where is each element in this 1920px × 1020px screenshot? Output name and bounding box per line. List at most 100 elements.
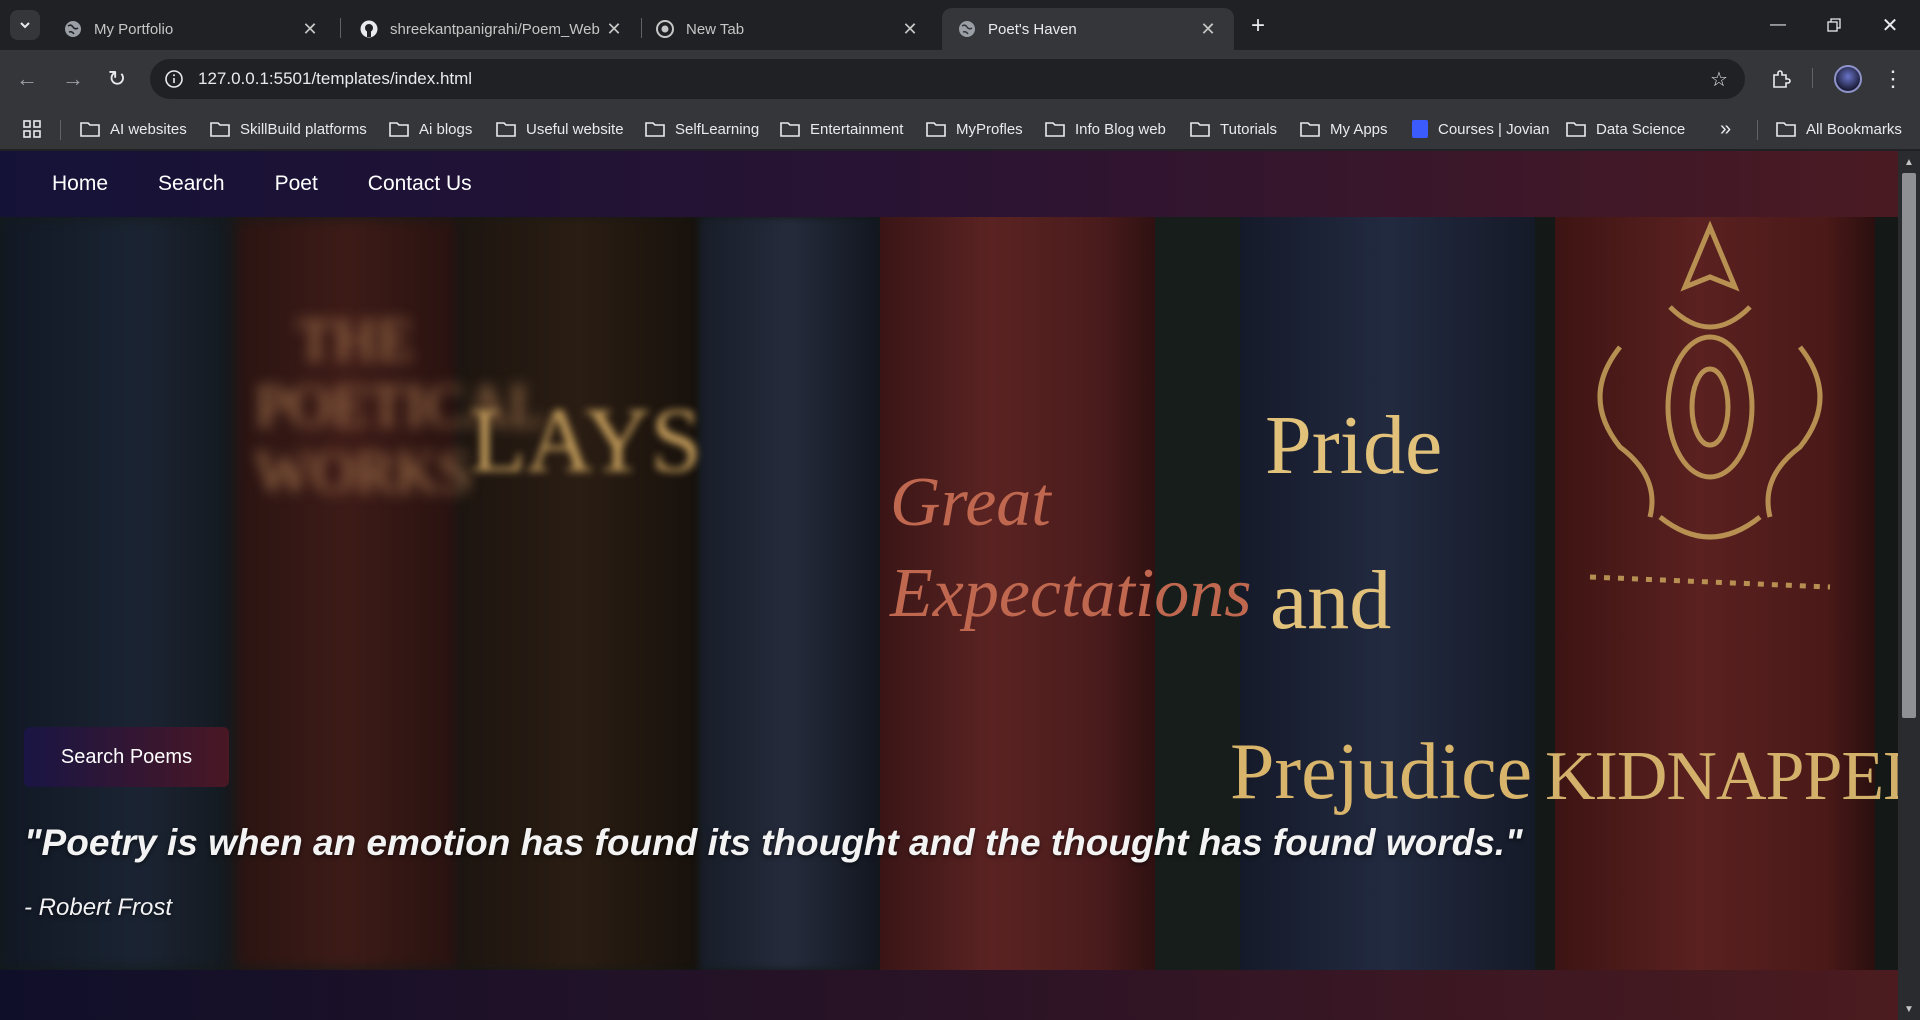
reload-icon: ↻	[107, 66, 127, 91]
kebab-menu-icon: ⋮	[1882, 66, 1904, 91]
quote-author: - Robert Frost	[24, 894, 173, 921]
folder-icon	[389, 122, 409, 137]
folder-icon	[1190, 122, 1210, 137]
browser-tab-strip: My Portfolio ✕ shreekantpanigrahi/Poem_W…	[0, 0, 1920, 50]
globe-icon	[958, 20, 976, 38]
new-tab-button[interactable]: +	[1244, 12, 1272, 40]
bookmark-folder[interactable]: My Apps	[1300, 116, 1388, 142]
site-info-icon[interactable]	[162, 67, 186, 91]
all-bookmarks-button[interactable]: All Bookmarks	[1776, 116, 1902, 142]
profile-button[interactable]	[1833, 64, 1863, 94]
tab-poets-haven[interactable]: Poet's Haven ✕	[942, 8, 1234, 50]
folder-icon	[80, 122, 100, 137]
close-icon[interactable]: ✕	[300, 19, 320, 39]
toolbar-divider	[1812, 68, 1813, 88]
chevron-down-icon	[20, 22, 30, 29]
folder-icon	[645, 122, 665, 137]
nav-link-poet[interactable]: Poet	[275, 172, 318, 196]
folder-icon	[1045, 122, 1065, 137]
spine-text: Pride	[1265, 399, 1443, 492]
bookmarks-divider	[1757, 120, 1758, 140]
bookmark-label: Ai blogs	[419, 120, 473, 138]
tab-my-portfolio[interactable]: My Portfolio ✕	[48, 8, 336, 50]
github-icon	[360, 20, 378, 38]
search-poems-button[interactable]: Search Poems	[24, 727, 229, 787]
bookmark-label: AI websites	[110, 120, 187, 138]
spine-text: Great Expectations	[890, 464, 1252, 632]
scrollbar-thumb[interactable]	[1902, 173, 1916, 718]
folder-icon	[210, 122, 230, 137]
bookmark-folder[interactable]: SelfLearning	[645, 116, 759, 142]
tab-title: shreekantpanigrahi/Poem_Web	[390, 20, 600, 38]
close-icon[interactable]: ✕	[900, 19, 920, 39]
bookmark-label: Courses | Jovian	[1438, 120, 1550, 138]
browser-toolbar: ← → ↻ 127.0.0.1:5501/templates/index.htm…	[0, 50, 1920, 108]
bookmark-label: Info Blog web	[1075, 120, 1166, 138]
bookmark-label: Tutorials	[1220, 120, 1277, 138]
spine-text: LAYS	[470, 389, 702, 491]
chrome-icon	[656, 20, 674, 38]
restore-button[interactable]	[1806, 0, 1862, 50]
folder-icon	[1300, 122, 1320, 137]
bookmark-link[interactable]: Courses | Jovian	[1412, 116, 1549, 142]
tab-github[interactable]: shreekantpanigrahi/Poem_Web ✕	[344, 8, 640, 50]
bookmark-folder[interactable]: AI websites	[80, 116, 187, 142]
apps-button[interactable]	[22, 116, 42, 142]
folder-icon	[780, 122, 800, 137]
page-scrollbar[interactable]: ▲ ▼	[1898, 151, 1920, 1020]
bookmark-label: Useful website	[526, 120, 624, 138]
folder-icon	[496, 122, 516, 137]
tab-title: New Tab	[686, 20, 745, 38]
address-bar[interactable]: 127.0.0.1:5501/templates/index.html ☆	[150, 59, 1745, 99]
globe-icon	[64, 20, 82, 38]
double-chevron-right-icon: »	[1720, 117, 1732, 140]
tab-title: Poet's Haven	[988, 20, 1077, 38]
forward-button[interactable]: →	[58, 64, 88, 94]
tab-new-tab[interactable]: New Tab ✕	[640, 8, 936, 50]
bookmark-folder[interactable]: Useful website	[496, 116, 624, 142]
bookmarks-bar: AI websites SkillBuild platforms Ai blog…	[0, 108, 1920, 150]
spine-text: and	[1270, 554, 1392, 647]
nav-link-contact[interactable]: Contact Us	[368, 172, 472, 196]
bookmark-label: Entertainment	[810, 120, 904, 138]
bookmark-folder[interactable]: Info Blog web	[1045, 116, 1166, 142]
puzzle-icon	[1773, 70, 1791, 88]
back-button[interactable]: ←	[12, 64, 42, 94]
bookmark-folder[interactable]: Data Science	[1566, 116, 1685, 142]
close-icon[interactable]: ✕	[1198, 19, 1218, 39]
jovian-icon	[1412, 120, 1428, 138]
bookmark-folder[interactable]: Tutorials	[1190, 116, 1277, 142]
close-window-button[interactable]: ✕	[1862, 0, 1918, 50]
bookmark-folder[interactable]: Entertainment	[780, 116, 903, 142]
reload-button[interactable]: ↻	[102, 64, 132, 94]
extensions-button[interactable]	[1766, 64, 1796, 94]
folder-icon	[1566, 122, 1586, 137]
scroll-down-icon[interactable]: ▼	[1902, 1002, 1916, 1016]
restore-icon	[1827, 18, 1841, 32]
page-viewport: Home Search Poet Contact Us THE POETICAL…	[0, 151, 1898, 1020]
tab-search-button[interactable]	[10, 10, 40, 40]
bookmarks-divider	[60, 120, 61, 140]
bookmark-label: All Bookmarks	[1806, 120, 1902, 138]
footer-band	[0, 970, 1898, 1020]
bookmark-star-icon[interactable]: ☆	[1707, 67, 1731, 91]
scroll-up-icon[interactable]: ▲	[1902, 155, 1916, 169]
ornament-graphic	[1589, 220, 1831, 590]
avatar	[1834, 65, 1862, 93]
folder-icon	[926, 122, 946, 137]
minimize-button[interactable]: —	[1750, 0, 1806, 50]
bookmark-folder[interactable]: Ai blogs	[389, 116, 472, 142]
bookmark-label: SelfLearning	[675, 120, 760, 138]
url-text[interactable]: 127.0.0.1:5501/templates/index.html	[198, 69, 472, 89]
close-icon[interactable]: ✕	[604, 19, 624, 39]
folder-icon	[1776, 122, 1796, 137]
arrow-right-icon: →	[62, 66, 84, 91]
more-bookmarks-button[interactable]: »	[1720, 116, 1731, 142]
tab-title: My Portfolio	[94, 20, 174, 38]
menu-button[interactable]: ⋮	[1878, 64, 1908, 94]
bookmark-folder[interactable]: MyProfles	[926, 116, 1023, 142]
nav-link-home[interactable]: Home	[52, 172, 108, 196]
bookmark-label: Data Science	[1596, 120, 1686, 138]
bookmark-folder[interactable]: SkillBuild platforms	[210, 116, 367, 142]
nav-link-search[interactable]: Search	[158, 172, 225, 196]
